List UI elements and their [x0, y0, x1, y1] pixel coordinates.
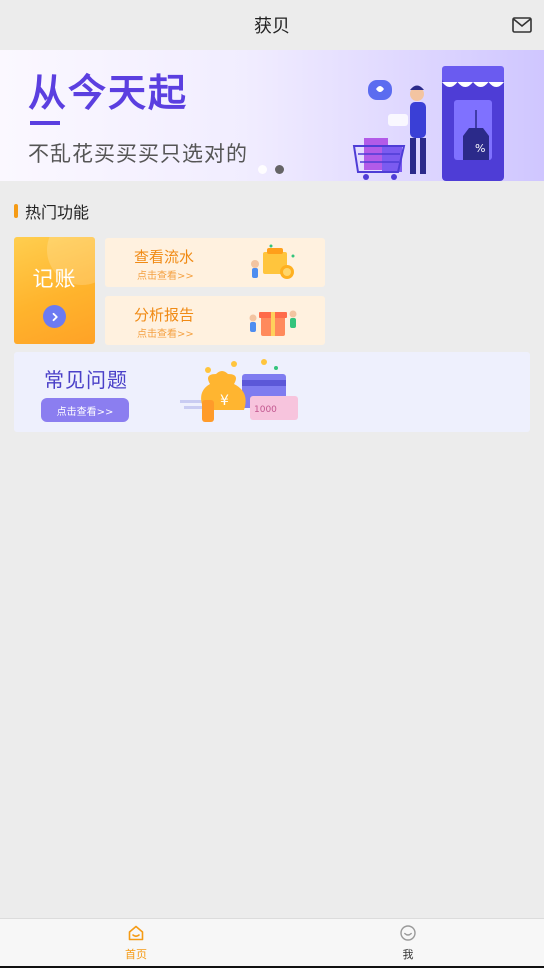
carousel-dot[interactable]: [258, 165, 267, 174]
svg-text:%: %: [475, 142, 485, 155]
banner-divider: [30, 121, 60, 125]
carousel-dot-active[interactable]: [275, 165, 284, 174]
coins-illustration: [251, 244, 295, 279]
nav-me-label: 我: [402, 948, 414, 961]
carousel-indicator[interactable]: [258, 165, 284, 174]
transactions-title: 查看流水: [134, 248, 195, 266]
gift-illustration: [249, 310, 297, 336]
banner-headline: 从今天起: [28, 71, 189, 115]
nav-home[interactable]: 首页: [106, 924, 166, 962]
banner-subtitle: 不乱花买买买只选对的: [28, 142, 248, 166]
bottom-navigation: 首页 我: [0, 918, 544, 968]
analysis-report-link[interactable]: 点击查看>>: [137, 325, 194, 340]
money-bag-illustration: 1000 ¥: [180, 359, 298, 422]
analysis-report-card[interactable]: 分析报告 点击查看>>: [105, 296, 325, 345]
svg-text:1000: 1000: [254, 405, 277, 415]
app-header: 获贝: [0, 0, 544, 50]
promo-banner[interactable]: 从今天起 不乱花买买买只选对的 %: [0, 50, 544, 181]
chevron-right-icon[interactable]: [43, 305, 66, 328]
nav-home-label: 首页: [125, 948, 147, 961]
mail-icon[interactable]: [512, 17, 532, 33]
transactions-card[interactable]: 查看流水 点击查看>>: [105, 238, 325, 287]
bookkeeping-label: 记账: [32, 267, 77, 291]
bookkeeping-card[interactable]: 记账: [14, 237, 95, 344]
page-title: 获贝: [254, 16, 290, 37]
section-header: 热门功能: [14, 201, 90, 222]
nav-me[interactable]: 我: [378, 924, 438, 962]
faq-view-button[interactable]: 点击查看>>: [41, 398, 129, 422]
section-title: 热门功能: [25, 203, 90, 222]
faq-card[interactable]: 常见问题 点击查看>> 1000 ¥: [14, 352, 530, 432]
home-icon: [128, 925, 144, 941]
section-accent-bar: [14, 204, 18, 218]
faq-title: 常见问题: [44, 368, 128, 392]
analysis-report-title: 分析报告: [134, 306, 195, 324]
shopping-illustration: %: [352, 66, 504, 181]
svg-text:¥: ¥: [220, 393, 229, 409]
smile-icon: [400, 925, 416, 941]
transactions-link[interactable]: 点击查看>>: [137, 267, 194, 282]
